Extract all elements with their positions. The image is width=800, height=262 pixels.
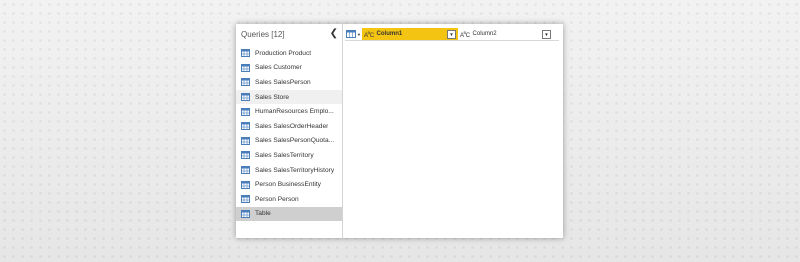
query-label: HumanResources Emplo...	[255, 108, 334, 116]
table-icon	[241, 78, 250, 87]
query-item[interactable]: Production Product	[236, 46, 342, 61]
table-icon	[241, 166, 250, 175]
query-label: Sales SalesTerritory	[255, 151, 314, 159]
column-filter-dropdown-button[interactable]: ▼	[447, 29, 456, 39]
table-icon	[241, 49, 250, 58]
query-label: Production Product	[255, 49, 312, 57]
query-item[interactable]: Sales SalesTerritoryHistory	[236, 163, 342, 178]
query-item[interactable]: Person Person	[236, 192, 342, 207]
table-icon	[241, 63, 250, 72]
query-label: Table	[255, 210, 271, 218]
table-icon	[241, 151, 250, 160]
query-item[interactable]: Person BusinessEntity	[236, 177, 342, 192]
table-icon	[241, 180, 250, 189]
abc-text-type-icon: ABC	[460, 29, 470, 39]
query-label: Person Person	[255, 195, 299, 203]
column-name: Column2	[472, 31, 497, 37]
column-name: Column1	[376, 31, 403, 37]
power-query-window: Queries [12] ❮ Production Product Sales C…	[236, 24, 563, 238]
queries-header: Queries [12] ❮	[236, 24, 342, 44]
table-icon	[241, 107, 250, 116]
query-item[interactable]: Sales Store	[236, 89, 342, 105]
query-label: Sales Customer	[255, 64, 302, 72]
table-icon	[241, 136, 250, 145]
column-header-column1[interactable]: ABC Column1 ▼	[362, 28, 458, 40]
table-menu-icon	[346, 30, 357, 38]
query-item[interactable]: Table	[236, 206, 342, 222]
query-list: Production Product Sales Customer Sales Sa…	[236, 46, 342, 222]
chevron-left-icon[interactable]: ❮	[330, 29, 338, 39]
query-item[interactable]: HumanResources Emplo...	[236, 104, 342, 119]
queries-pane: Queries [12] ❮ Production Product Sales C…	[236, 24, 343, 238]
chevron-down-icon: ▼	[357, 31, 361, 37]
query-label: Sales SalesPersonQuota...	[255, 137, 335, 145]
query-item[interactable]: Sales SalesTerritory	[236, 148, 342, 163]
query-label: Sales Store	[255, 93, 290, 101]
column-filter-dropdown-button[interactable]: ▼	[542, 29, 551, 39]
table-icon	[241, 93, 250, 102]
data-grid: ▼ ABC Column1 ▼ ABC Column2 ▼	[343, 24, 563, 238]
queries-title: Queries [12]	[241, 29, 285, 39]
query-item[interactable]: Sales SalesPersonQuota...	[236, 134, 342, 149]
query-label: Sales SalesPerson	[255, 78, 311, 86]
query-item[interactable]: Sales Customer	[236, 61, 342, 76]
query-item[interactable]: Sales SalesPerson	[236, 75, 342, 90]
table-icon	[241, 122, 250, 131]
query-label: Person BusinessEntity	[255, 181, 321, 189]
abc-text-type-icon: ABC	[364, 29, 374, 39]
table-icon	[241, 195, 250, 204]
column-header-column2[interactable]: ABC Column2 ▼	[458, 28, 553, 40]
column-header-row: ▼ ABC Column1 ▼ ABC Column2 ▼	[345, 28, 559, 41]
query-label: Sales SalesOrderHeader	[255, 122, 329, 130]
table-menu-button[interactable]: ▼	[345, 28, 362, 40]
table-icon	[241, 209, 250, 218]
query-label: Sales SalesTerritoryHistory	[255, 166, 335, 174]
query-item[interactable]: Sales SalesOrderHeader	[236, 119, 342, 134]
